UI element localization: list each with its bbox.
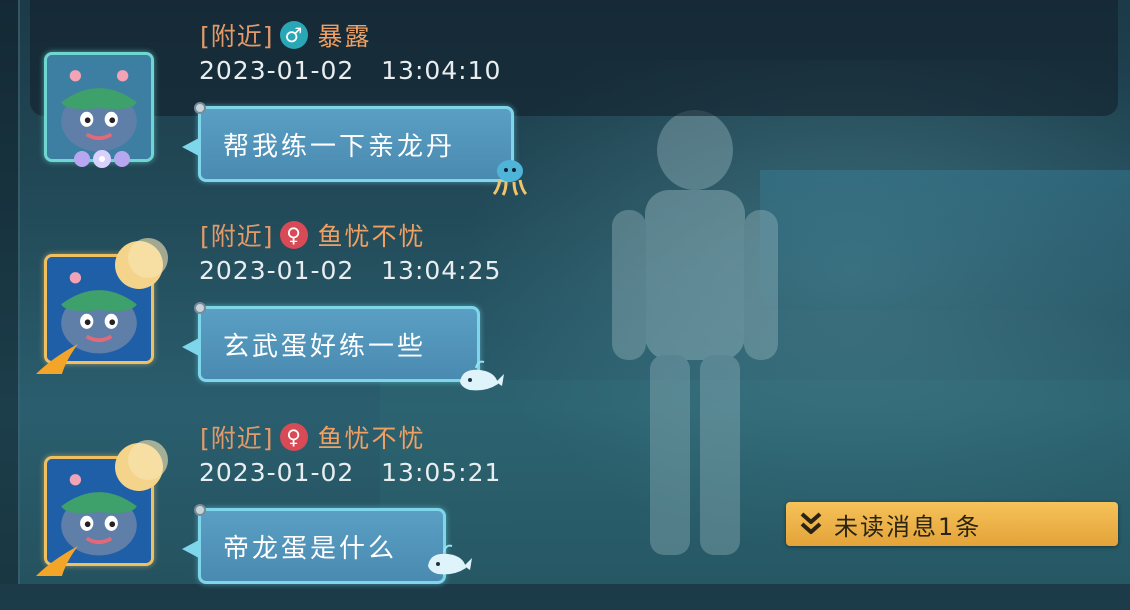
avatar-portrait-icon — [47, 55, 151, 159]
message-header: [附近] ♂ 暴露 — [200, 18, 372, 52]
sender-name[interactable]: 暴露 — [318, 17, 372, 53]
bubble-pin-icon — [194, 504, 206, 516]
female-gender-icon: ♀ — [279, 221, 308, 249]
player-avatar[interactable] — [44, 52, 158, 168]
moon-decoration-icon — [115, 440, 168, 491]
unread-messages-button[interactable]: 未读消息1条 — [786, 502, 1118, 546]
flower-decoration-icon — [74, 150, 130, 168]
bubble-pin-icon — [194, 302, 206, 314]
sender-name[interactable]: 鱼忧不忧 — [318, 217, 426, 253]
message-timestamp: 2023-01-02 13:05:21 — [199, 458, 502, 487]
message-bubble[interactable]: 帝龙蛋是什么 — [198, 508, 446, 584]
message-timestamp: 2023-01-02 13:04:10 — [199, 56, 502, 85]
bubble-tail — [182, 540, 199, 558]
avatar-frame — [44, 52, 154, 162]
fish-tail-decoration-icon — [36, 546, 78, 576]
chat-message: [附近] ♀ 鱼忧不忧 2023-01-02 13:05:21 帝龙蛋是什么 — [0, 420, 760, 610]
sender-name[interactable]: 鱼忧不忧 — [318, 419, 426, 455]
male-gender-icon: ♂ — [279, 21, 308, 49]
message-header: [附近] ♀ 鱼忧不忧 — [200, 218, 426, 252]
jellyfish-pet-icon — [492, 160, 528, 196]
double-chevron-down-icon — [800, 512, 822, 534]
chat-message: [附近] ♀ 鱼忧不忧 2023-01-02 13:04:25 玄武蛋好练一些 — [0, 218, 760, 408]
player-avatar[interactable] — [36, 238, 168, 374]
unread-messages-label: 未读消息1条 — [834, 512, 982, 541]
fish-tail-decoration-icon — [36, 344, 78, 374]
channel-tag[interactable]: [附近] — [200, 419, 274, 455]
whale-pet-icon — [428, 544, 472, 575]
message-timestamp: 2023-01-02 13:04:25 — [199, 256, 502, 285]
channel-tag[interactable]: [附近] — [200, 17, 274, 53]
whale-pet-icon — [460, 360, 504, 391]
message-bubble[interactable]: 帮我练一下亲龙丹 — [198, 106, 514, 182]
player-avatar[interactable] — [36, 440, 168, 576]
chat-message: [附近] ♂ 暴露 2023-01-02 13:04:10 帮我练一下亲龙丹 — [0, 18, 760, 208]
bubble-tail — [182, 138, 199, 156]
message-header: [附近] ♀ 鱼忧不忧 — [200, 420, 426, 454]
female-gender-icon: ♀ — [279, 423, 308, 451]
bubble-tail — [182, 338, 199, 356]
scene-water-pool — [760, 170, 1130, 310]
message-bubble[interactable]: 玄武蛋好练一些 — [198, 306, 480, 382]
channel-tag[interactable]: [附近] — [200, 217, 274, 253]
bubble-pin-icon — [194, 102, 206, 114]
moon-decoration-icon — [115, 238, 168, 289]
